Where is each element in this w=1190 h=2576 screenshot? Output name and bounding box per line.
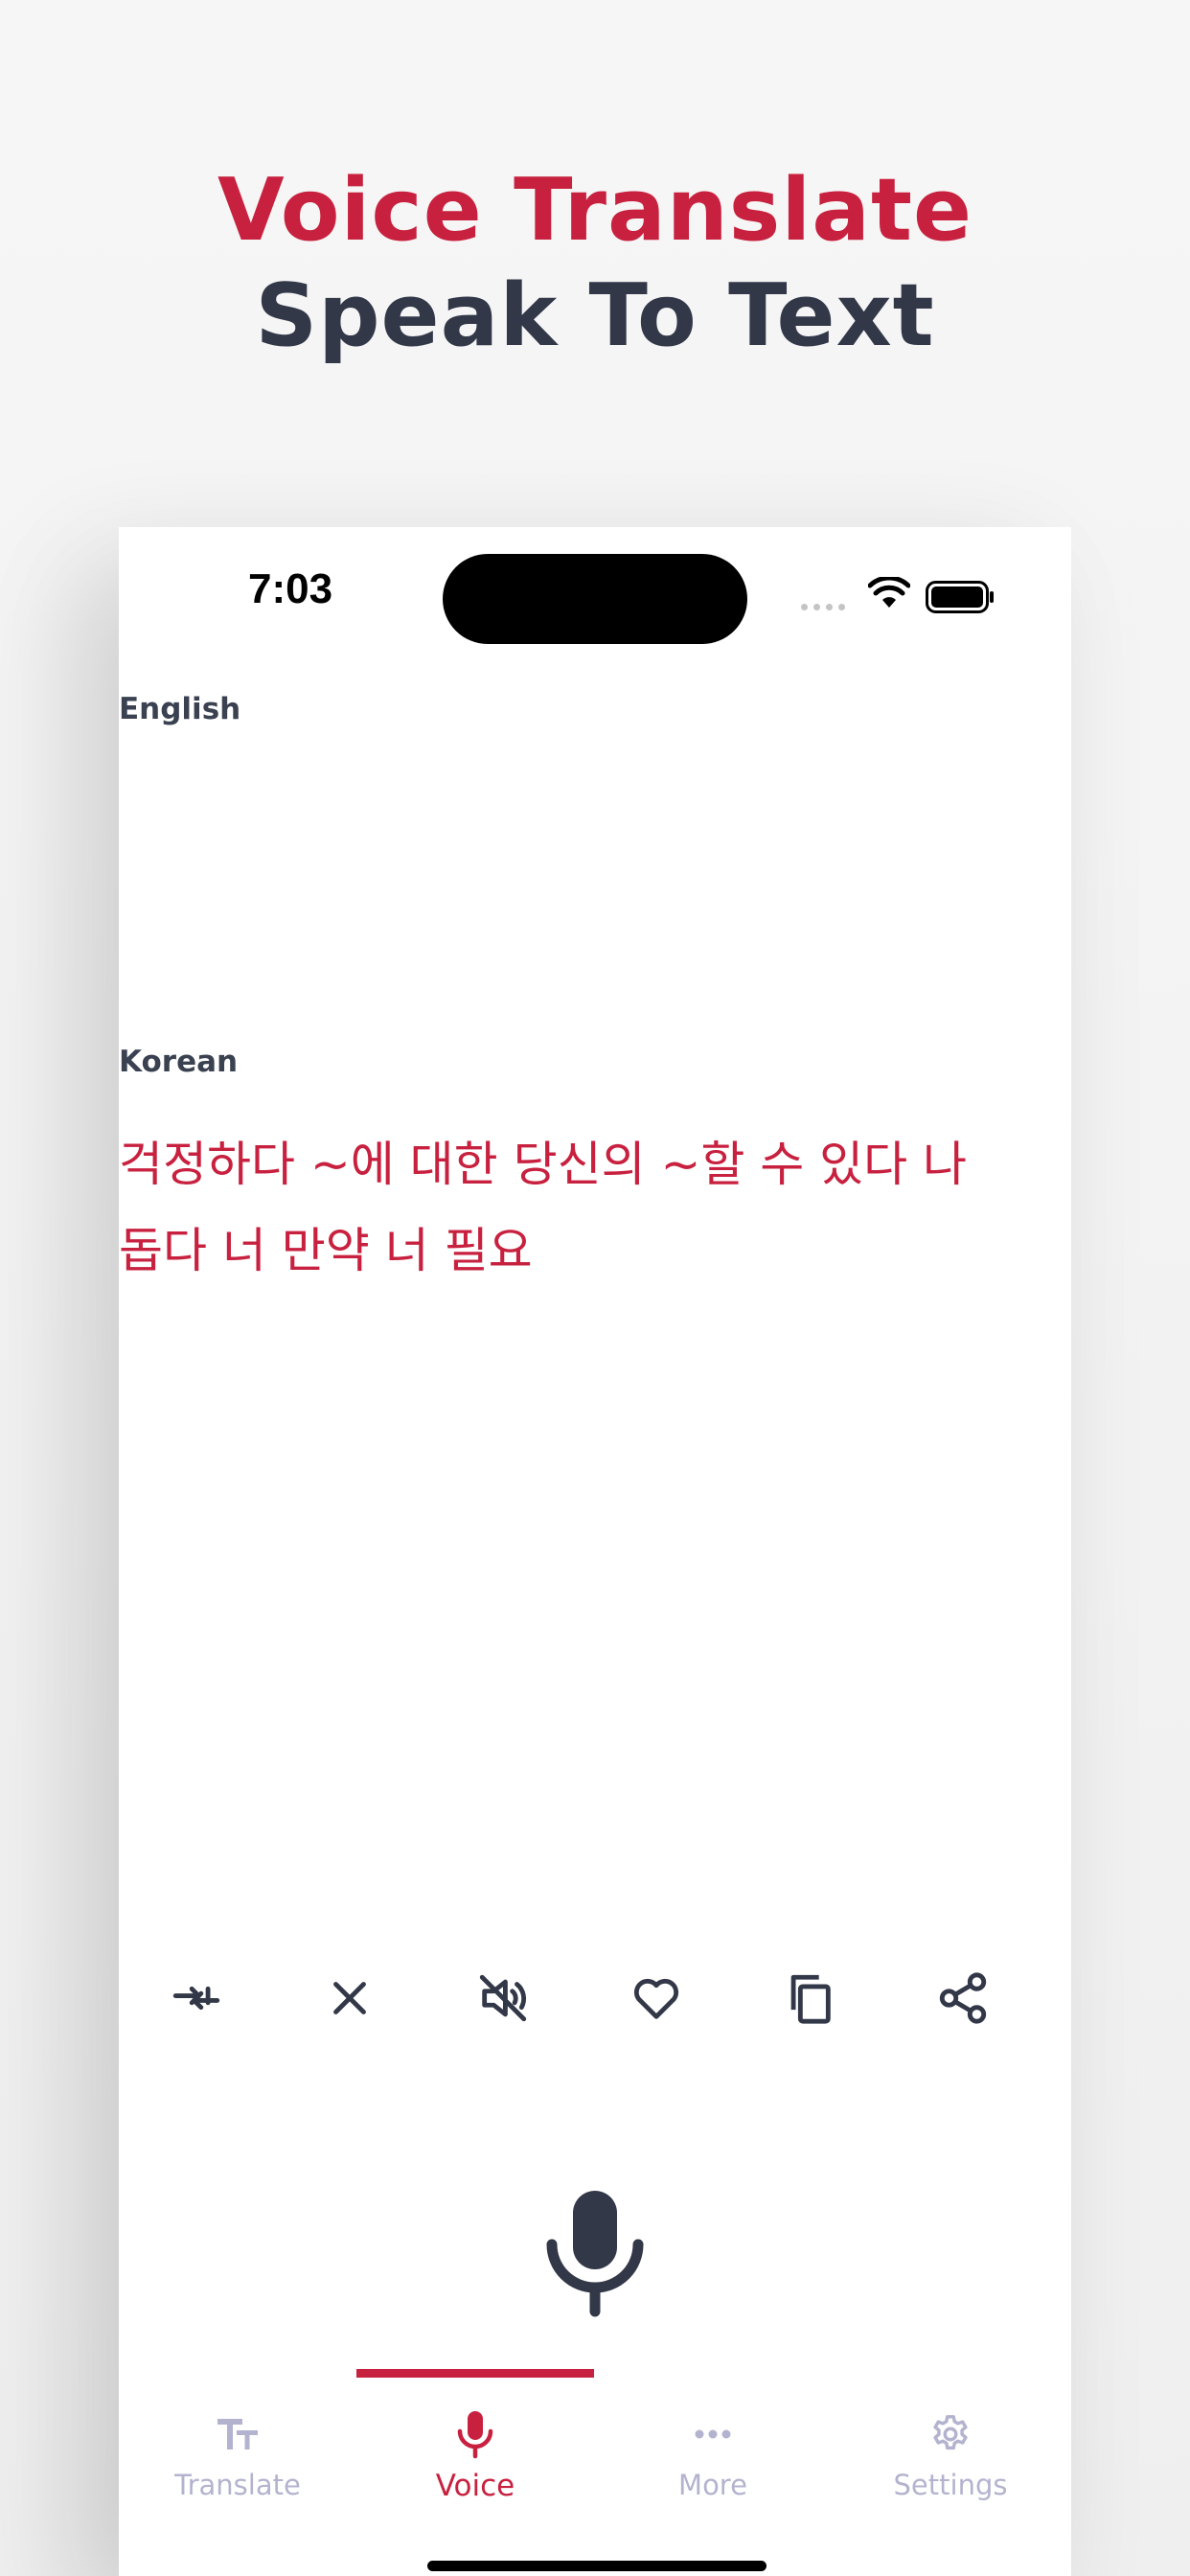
favorite-button[interactable] (613, 1955, 699, 2041)
tab-label-voice: Voice (435, 2469, 515, 2503)
record-voice-button[interactable] (523, 2175, 667, 2329)
translated-text: 걱정하다 ~에 대한 당신의 ~할 수 있다 나 돕다 너 만약 너 필요 (119, 1137, 968, 1278)
tab-label-settings: Settings (893, 2469, 1008, 2501)
action-toolbar (119, 1955, 1071, 2041)
promo-title-line2: Speak To Text (255, 265, 935, 366)
close-icon (333, 1982, 366, 2014)
tab-label-translate: Translate (174, 2469, 301, 2501)
text-size-icon (217, 2419, 258, 2450)
wifi-icon (868, 577, 910, 608)
clear-button[interactable] (307, 1955, 393, 2041)
more-dots-icon (695, 2429, 731, 2439)
share-button[interactable] (920, 1955, 1006, 2041)
tab-label-more: More (678, 2469, 747, 2501)
dynamic-island (443, 554, 747, 644)
target-language-label[interactable]: Korean (119, 1045, 238, 1079)
battery-icon (926, 581, 994, 613)
home-indicator (427, 2561, 767, 2571)
gear-icon (933, 2415, 968, 2450)
status-time: 7:03 (248, 565, 333, 612)
mic-icon (457, 2411, 493, 2459)
promo-headline: Voice Translate Speak To Text (0, 158, 1190, 369)
heart-icon (633, 1978, 679, 2019)
swap-icon (172, 1986, 220, 2011)
tab-settings[interactable]: Settings (832, 2369, 1069, 2522)
mute-button[interactable] (460, 1955, 546, 2041)
microphone-icon (546, 2191, 644, 2317)
tab-translate[interactable]: Translate (119, 2369, 356, 2522)
promo-title-line1: Voice Translate (217, 160, 973, 261)
volume-mute-icon (479, 1974, 527, 2022)
swap-languages-button[interactable] (153, 1955, 240, 2041)
source-language-label[interactable]: English (119, 692, 240, 726)
bottom-tab-bar: Translate Voice More Settings (119, 2369, 1071, 2576)
share-icon (939, 1972, 987, 2024)
copy-icon (790, 1974, 831, 2024)
cellular-signal-icon (801, 604, 845, 610)
tab-voice[interactable]: Voice (356, 2369, 594, 2522)
phone-screen: 7:03 English Korean 걱정하다 ~에 대한 당신의 ~할 수 … (119, 527, 1071, 2576)
tab-more[interactable]: More (594, 2369, 832, 2522)
copy-button[interactable] (767, 1955, 853, 2041)
